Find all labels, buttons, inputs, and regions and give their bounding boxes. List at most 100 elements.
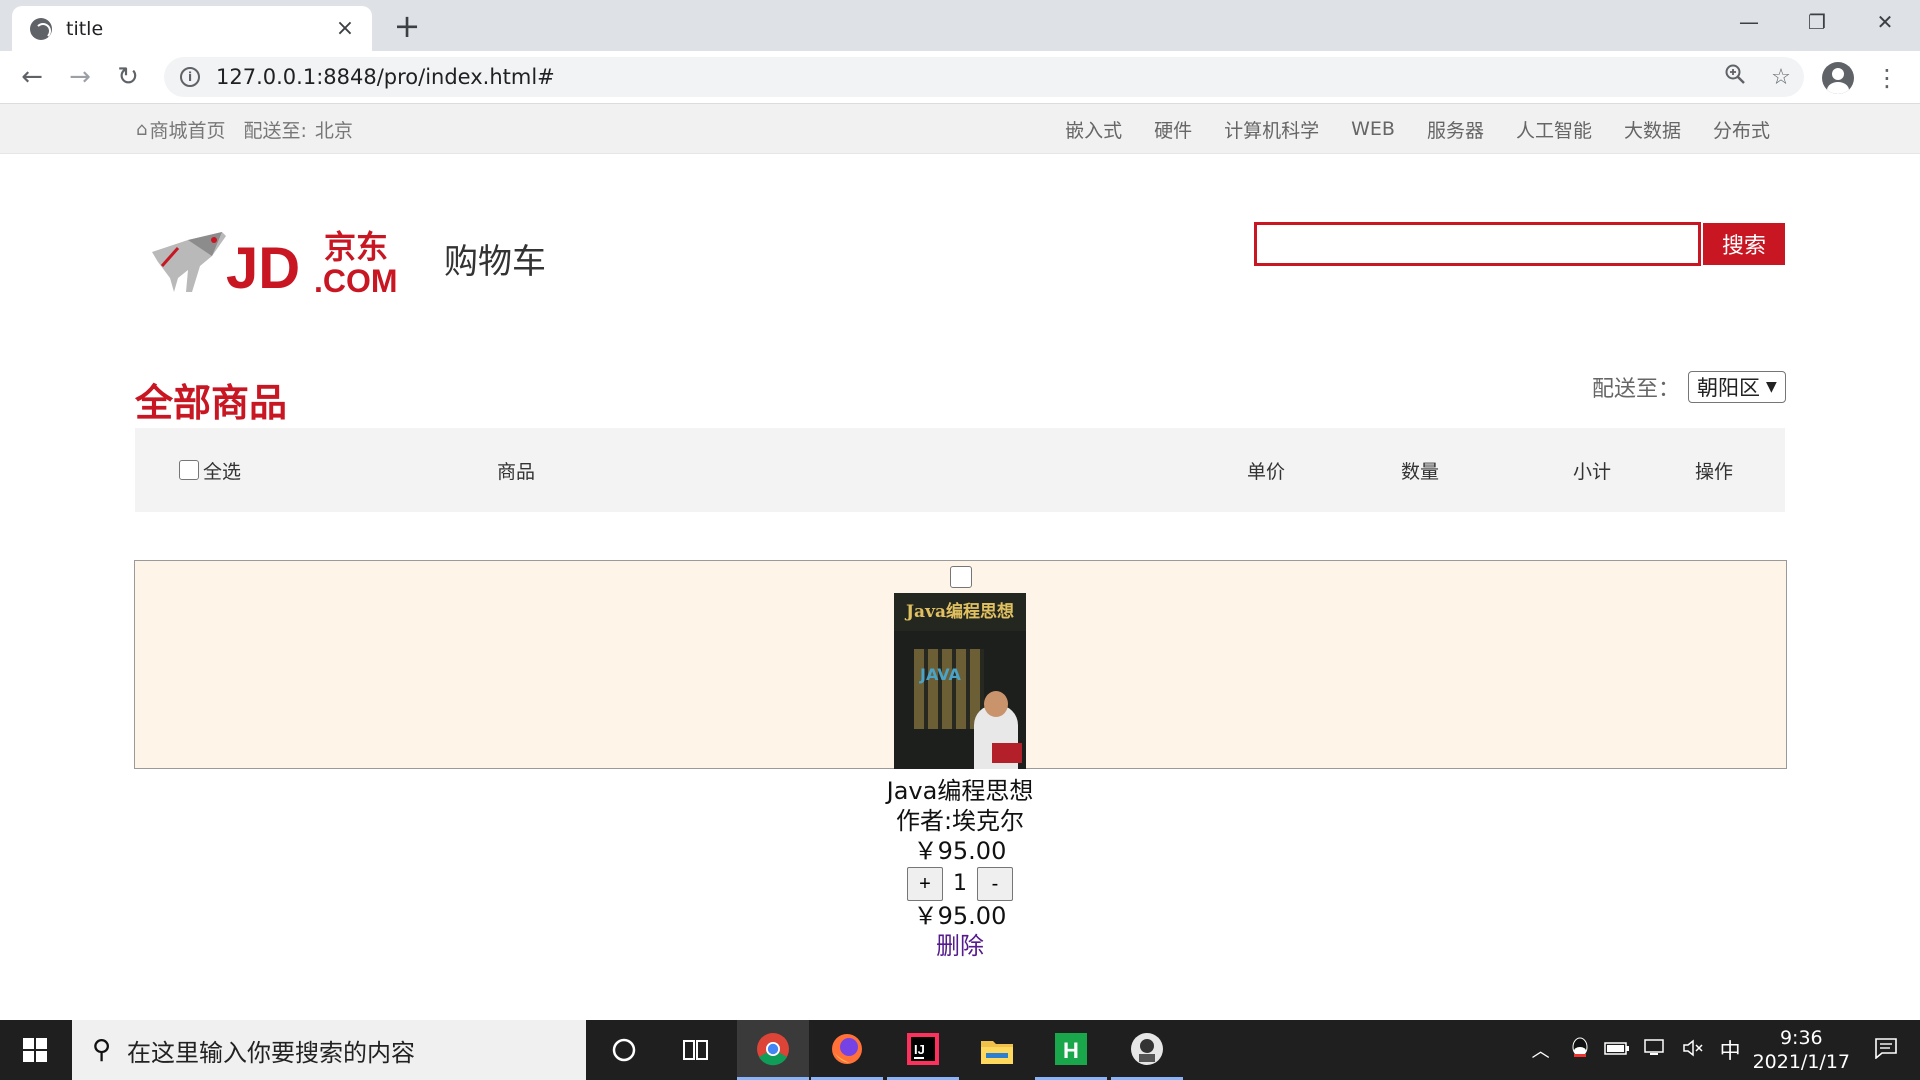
volume-muted-icon[interactable]	[1682, 1038, 1706, 1063]
search-button[interactable]: 搜索	[1703, 223, 1785, 265]
taskbar-search[interactable]: ⚲ 在这里输入你要搜索的内容	[72, 1020, 586, 1080]
district-select[interactable]: 朝阳区 ▼	[1688, 371, 1786, 403]
item-checkbox[interactable]	[950, 566, 972, 588]
column-quantity: 数量	[1401, 460, 1440, 483]
search-input[interactable]	[1254, 222, 1701, 266]
back-button[interactable]: ←	[14, 59, 50, 95]
book-cover-image[interactable]: Java编程思想 JAVA	[894, 593, 1026, 769]
all-goods-title: 全部商品	[135, 381, 288, 425]
logo-jd-text: JD	[226, 236, 300, 301]
qq-icon[interactable]	[1570, 1037, 1590, 1064]
svg-text:H: H	[1063, 1038, 1079, 1063]
category-link[interactable]: 人工智能	[1516, 116, 1592, 143]
minimize-button[interactable]: —	[1714, 0, 1784, 44]
page-title: 购物车	[444, 242, 546, 282]
chevron-down-icon: ▼	[1766, 379, 1777, 395]
firefox-taskbar-icon[interactable]	[811, 1020, 883, 1080]
windows-start-button[interactable]	[0, 1020, 70, 1080]
file-explorer-icon[interactable]	[961, 1020, 1033, 1080]
column-unit-price: 单价	[1247, 460, 1286, 483]
quantity-stepper: + 1 -	[760, 867, 1160, 901]
search-icon: ⚲	[92, 1035, 112, 1065]
star-icon[interactable]: ☆	[1758, 65, 1804, 90]
ime-indicator[interactable]: 中	[1720, 1035, 1741, 1065]
category-nav: 嵌入式 硬件 计算机科学 WEB 服务器 人工智能 大数据 分布式	[1033, 104, 1770, 154]
quantity-minus-button[interactable]: -	[977, 867, 1013, 901]
taskbar: ⚲ 在这里输入你要搜索的内容 IJ H ︿ 中 9:36 2021/1/17	[0, 1020, 1920, 1080]
tab-close-button[interactable]: ×	[332, 16, 358, 41]
taskbar-clock[interactable]: 9:36 2021/1/17	[1753, 1026, 1850, 1074]
kebab-icon[interactable]: ⋮	[1872, 61, 1902, 95]
zoom-icon[interactable]	[1712, 63, 1758, 91]
new-tab-button[interactable]: +	[390, 10, 424, 44]
maximize-button[interactable]: ❐	[1782, 0, 1852, 44]
home-icon: ⌂	[136, 118, 148, 140]
category-link[interactable]: 分布式	[1713, 116, 1770, 143]
clock-date: 2021/1/17	[1752, 1051, 1850, 1073]
deliver-label: 配送至:	[243, 119, 307, 142]
tab-title: title	[66, 17, 104, 40]
book-cover-title: Java编程思想	[894, 593, 1026, 631]
home-link[interactable]: 商城首页	[149, 116, 225, 143]
search-box: 搜索	[1254, 222, 1785, 266]
windows-logo-icon	[23, 1038, 47, 1062]
select-all-label: 全选	[203, 460, 242, 483]
show-hidden-icons-icon[interactable]: ︿	[1532, 1037, 1550, 1063]
delivery-selector: 配送至： 朝阳区 ▼	[1592, 371, 1786, 403]
column-action: 操作	[1695, 460, 1734, 483]
shortcut-bar: ⌂ 商城首页 配送至: 北京 嵌入式 硬件 计算机科学 WEB 服务器 人工智能…	[0, 104, 1920, 154]
logo-cn-text: 京东	[324, 228, 388, 266]
forward-button[interactable]: →	[62, 59, 98, 95]
category-link[interactable]: 计算机科学	[1224, 116, 1319, 143]
delivery-label: 配送至：	[1592, 377, 1681, 402]
reload-button[interactable]: ↻	[110, 59, 146, 95]
svg-text:IJ: IJ	[914, 1042, 925, 1057]
site-info-icon[interactable]: i	[180, 67, 200, 87]
window-close-button[interactable]: ✕	[1850, 0, 1920, 44]
item-subtotal: ￥95.00	[913, 902, 1007, 930]
delete-link[interactable]: 删除	[760, 931, 1160, 961]
browser-tab[interactable]: title ×	[12, 6, 372, 51]
tab-strip: title × + — ❐ ✕	[0, 0, 1920, 51]
logo-com-text: .COM	[314, 263, 398, 299]
site-header: JD 京东 .COM 购物车 搜索	[0, 154, 1920, 344]
column-product: 商品	[497, 460, 536, 483]
browser-chrome: title × + — ❐ ✕ ← → ↻ i 127.0.0.1:8848/p…	[0, 0, 1920, 104]
profile-avatar-icon[interactable]	[1822, 62, 1854, 94]
category-link[interactable]: WEB	[1351, 118, 1395, 140]
quantity-value: 1	[953, 871, 967, 896]
url-text[interactable]: 127.0.0.1:8848/pro/index.html#	[216, 65, 1712, 89]
network-icon[interactable]	[1643, 1038, 1668, 1063]
cart-item-info: Java编程思想 作者:埃克尔 ￥95.00 + 1 - ￥95.00 删除	[760, 776, 1160, 961]
chrome-taskbar-icon[interactable]	[737, 1020, 809, 1080]
page-content: ⌂ 商城首页 配送至: 北京 嵌入式 硬件 计算机科学 WEB 服务器 人工智能…	[0, 104, 1920, 1020]
globe-icon	[30, 17, 52, 40]
quantity-plus-button[interactable]: +	[907, 867, 943, 901]
address-bar[interactable]: i 127.0.0.1:8848/pro/index.html# ☆	[164, 57, 1804, 97]
clock-time: 9:36	[1779, 1027, 1823, 1049]
taskbar-search-placeholder: 在这里输入你要搜索的内容	[127, 1038, 416, 1067]
district-value: 朝阳区	[1697, 376, 1761, 400]
hbuilder-taskbar-icon[interactable]: H	[1035, 1020, 1107, 1080]
column-subtotal: 小计	[1573, 460, 1612, 483]
deliver-city[interactable]: 北京	[315, 116, 353, 143]
item-unit-price: ￥95.00	[913, 837, 1007, 865]
battery-icon[interactable]	[1603, 1040, 1630, 1061]
category-link[interactable]: 嵌入式	[1065, 116, 1122, 143]
notification-icon[interactable]	[1874, 1037, 1898, 1064]
system-tray: ︿ 中 9:36 2021/1/17	[1532, 1020, 1920, 1080]
item-author: 作者:埃克尔	[895, 807, 1025, 835]
cortana-icon[interactable]	[588, 1020, 660, 1080]
task-view-icon[interactable]	[660, 1020, 732, 1080]
select-all-checkbox[interactable]	[179, 460, 199, 480]
browser-toolbar: ← → ↻ i 127.0.0.1:8848/pro/index.html# ☆…	[0, 51, 1920, 104]
category-link[interactable]: 大数据	[1624, 116, 1681, 143]
category-link[interactable]: 硬件	[1154, 116, 1192, 143]
item-name: Java编程思想	[886, 777, 1034, 805]
cart-table-header: 全选 商品 单价 数量 小计 操作	[135, 428, 1785, 512]
category-link[interactable]: 服务器	[1427, 116, 1484, 143]
select-all-cell: 全选	[179, 428, 241, 512]
user-app-taskbar-icon[interactable]	[1111, 1020, 1183, 1080]
jd-logo[interactable]: JD 京东 .COM	[148, 222, 418, 306]
intellij-taskbar-icon[interactable]: IJ	[887, 1020, 959, 1080]
